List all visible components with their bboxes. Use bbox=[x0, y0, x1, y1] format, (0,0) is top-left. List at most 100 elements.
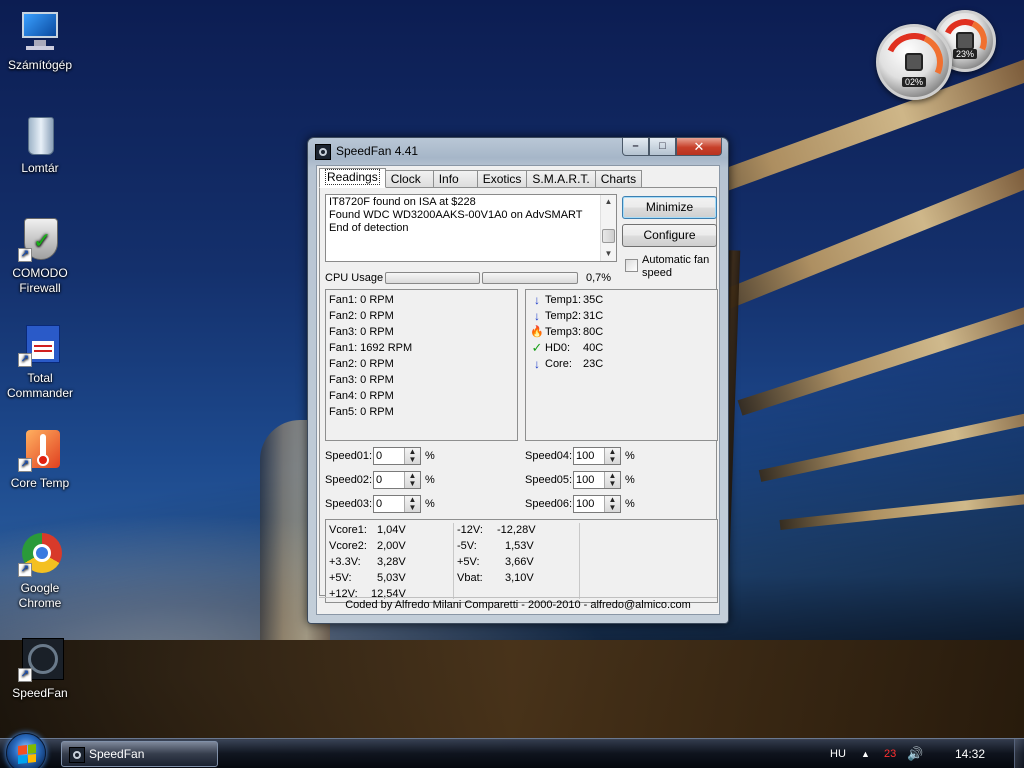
minimize-window-button[interactable]: – bbox=[622, 138, 649, 156]
voltage-reading: Vcore1: 1,04V bbox=[329, 522, 406, 538]
maximize-window-button[interactable]: □ bbox=[649, 138, 676, 156]
voltage-name: +5V: bbox=[329, 572, 352, 584]
computer-icon bbox=[18, 10, 62, 54]
voltage-name: +5V: bbox=[457, 556, 480, 568]
scroll-thumb[interactable] bbox=[602, 229, 615, 243]
scroll-up-icon[interactable]: ▲ bbox=[601, 195, 616, 209]
show-desktop-button[interactable] bbox=[1014, 739, 1024, 768]
automatic-fan-speed-label: Automatic fan speed bbox=[642, 254, 710, 279]
speed05-spinner[interactable]: 100 ▲ ▼ bbox=[573, 471, 621, 489]
desktop-icon-speedfan[interactable]: ↗ SpeedFan bbox=[0, 638, 80, 701]
shortcut-arrow-icon: ↗ bbox=[18, 668, 32, 682]
fan-reading: Fan2: 0 RPM bbox=[329, 310, 394, 322]
taskbar-button-label: SpeedFan bbox=[89, 747, 145, 761]
fan-reading: Fan4: 0 RPM bbox=[329, 390, 394, 402]
voltage-value: 3,28V bbox=[377, 556, 406, 568]
window-title: SpeedFan 4.41 bbox=[336, 144, 419, 158]
temperature-name: HD0: bbox=[545, 342, 571, 354]
voltage-reading: -12V: -12,28V bbox=[457, 522, 536, 538]
voltage-reading: Vbat: 3,10V bbox=[457, 570, 534, 586]
speed06-label: Speed06: bbox=[525, 498, 573, 510]
voltage-value: 2,00V bbox=[377, 540, 406, 552]
minimize-button[interactable]: Minimize bbox=[622, 196, 717, 219]
voltage-value: 5,03V bbox=[377, 572, 406, 584]
voltage-name: Vcore2: bbox=[329, 540, 367, 552]
temperature-reading: ↓ Core: 23C bbox=[529, 356, 717, 372]
tab-info[interactable]: Info bbox=[432, 170, 478, 188]
spinner-arrows-icon[interactable]: ▲ ▼ bbox=[404, 496, 420, 512]
cpu-chip-icon bbox=[905, 53, 923, 71]
speed03-spinner[interactable]: 0 ▲ ▼ bbox=[373, 495, 421, 513]
shortcut-arrow-icon: ↗ bbox=[18, 248, 32, 262]
window-client-area: Readings Clock Info Exotics S.M.A.R.T. C… bbox=[316, 165, 720, 615]
show-hidden-icons-icon[interactable]: ▲ bbox=[861, 739, 870, 768]
speed06-spinner[interactable]: 100 ▲ ▼ bbox=[573, 495, 621, 513]
temperature-reading: 🔥 Temp3: 80C bbox=[529, 324, 717, 340]
automatic-fan-speed-checkbox[interactable] bbox=[625, 259, 638, 272]
spinner-arrows-icon[interactable]: ▲ ▼ bbox=[404, 472, 420, 488]
percent-label: % bbox=[625, 474, 635, 486]
tab-readings[interactable]: Readings bbox=[319, 168, 386, 188]
spinner-arrows-icon[interactable]: ▲ ▼ bbox=[404, 448, 420, 464]
spinner-arrows-icon[interactable]: ▲ ▼ bbox=[604, 448, 620, 464]
tab-charts[interactable]: Charts bbox=[594, 170, 643, 188]
floppy-icon: ↗ bbox=[18, 323, 62, 367]
configure-button[interactable]: Configure bbox=[622, 224, 717, 247]
clock[interactable]: 14:32 bbox=[955, 739, 985, 768]
desktop-icon-recycle-bin[interactable]: Lomtár bbox=[0, 113, 80, 176]
arrow-down-icon: ↓ bbox=[534, 309, 540, 323]
tab-smart[interactable]: S.M.A.R.T. bbox=[526, 170, 596, 188]
voltage-name: -5V: bbox=[457, 540, 477, 552]
taskbar-button-speedfan[interactable]: SpeedFan bbox=[61, 741, 218, 767]
desktop-icon-computer[interactable]: Számítógép bbox=[0, 10, 80, 73]
arrow-down-icon: ↓ bbox=[534, 293, 540, 307]
log-scrollbar[interactable]: ▲ ▼ bbox=[600, 195, 616, 261]
title-bar[interactable]: SpeedFan 4.41 – □ ✕ bbox=[308, 138, 728, 164]
speed01-value: 0 bbox=[376, 450, 383, 462]
start-button[interactable] bbox=[6, 733, 46, 768]
readings-panel: IT8720F found on ISA at $228 Found WDC W… bbox=[319, 187, 718, 603]
speedfan-window[interactable]: SpeedFan 4.41 – □ ✕ Readings Clock Info … bbox=[307, 137, 729, 624]
detection-log[interactable]: IT8720F found on ISA at $228 Found WDC W… bbox=[325, 194, 617, 262]
tab-exotics[interactable]: Exotics bbox=[476, 170, 528, 188]
fan-reading: Fan3: 0 RPM bbox=[329, 374, 394, 386]
scroll-down-icon[interactable]: ▼ bbox=[601, 247, 616, 261]
cpu-usage-label: CPU Usage bbox=[325, 272, 384, 284]
voltage-name: Vcore1: bbox=[329, 524, 367, 536]
log-line: End of detection bbox=[329, 222, 409, 234]
temperature-reading: ↓ Temp1: 35C bbox=[529, 292, 717, 308]
temperature-value: 31C bbox=[583, 310, 604, 322]
desktop-icon-label: Számítógép bbox=[7, 58, 73, 72]
speed04-spinner[interactable]: 100 ▲ ▼ bbox=[573, 447, 621, 465]
speed02-spinner[interactable]: 0 ▲ ▼ bbox=[373, 471, 421, 489]
spinner-arrows-icon[interactable]: ▲ ▼ bbox=[604, 496, 620, 512]
chrome-icon: ↗ bbox=[18, 533, 62, 577]
cpu-percentage: 02% bbox=[901, 77, 927, 87]
desktop-icon-comodo-firewall[interactable]: ✓ ↗ COMODO Firewall bbox=[0, 218, 80, 296]
temperature-value: 40C bbox=[583, 342, 604, 354]
speedfan-app-icon[interactable] bbox=[315, 144, 331, 160]
volume-icon[interactable]: 🔊 bbox=[907, 739, 923, 768]
tab-clock[interactable]: Clock bbox=[384, 170, 434, 188]
desktop-icon-total-commander[interactable]: ↗ Total Commander bbox=[0, 323, 80, 401]
tray-temperature[interactable]: 23 bbox=[884, 739, 896, 768]
voltage-name: +3.3V: bbox=[329, 556, 361, 568]
fan-icon: ↗ bbox=[18, 638, 64, 682]
temperature-reading: ✓ HD0: 40C bbox=[529, 340, 717, 356]
speed04-label: Speed04: bbox=[525, 450, 573, 462]
tab-strip: Readings Clock Info Exotics S.M.A.R.T. C… bbox=[319, 168, 643, 188]
voltage-panel: Vcore1: 1,04V Vcore2: 2,00V +3.3V: 3,28V +5… bbox=[325, 519, 718, 603]
ram-percentage: 23% bbox=[952, 49, 978, 59]
speed01-spinner[interactable]: 0 ▲ ▼ bbox=[373, 447, 421, 465]
close-window-button[interactable]: ✕ bbox=[676, 138, 722, 156]
spinner-arrows-icon[interactable]: ▲ ▼ bbox=[604, 472, 620, 488]
thermometer-icon: ↗ bbox=[18, 428, 62, 472]
desktop-icon-core-temp[interactable]: ↗ Core Temp bbox=[0, 428, 80, 491]
language-indicator[interactable]: HU bbox=[830, 739, 846, 768]
desktop-icon-google-chrome[interactable]: ↗ Google Chrome bbox=[0, 533, 80, 611]
fan-reading: Fan1: 0 RPM bbox=[329, 294, 394, 306]
voltage-value: 1,04V bbox=[377, 524, 406, 536]
cpu-gauge: 02% bbox=[876, 24, 952, 100]
desktop-icon-label: Core Temp bbox=[10, 476, 70, 490]
shortcut-arrow-icon: ↗ bbox=[18, 458, 32, 472]
